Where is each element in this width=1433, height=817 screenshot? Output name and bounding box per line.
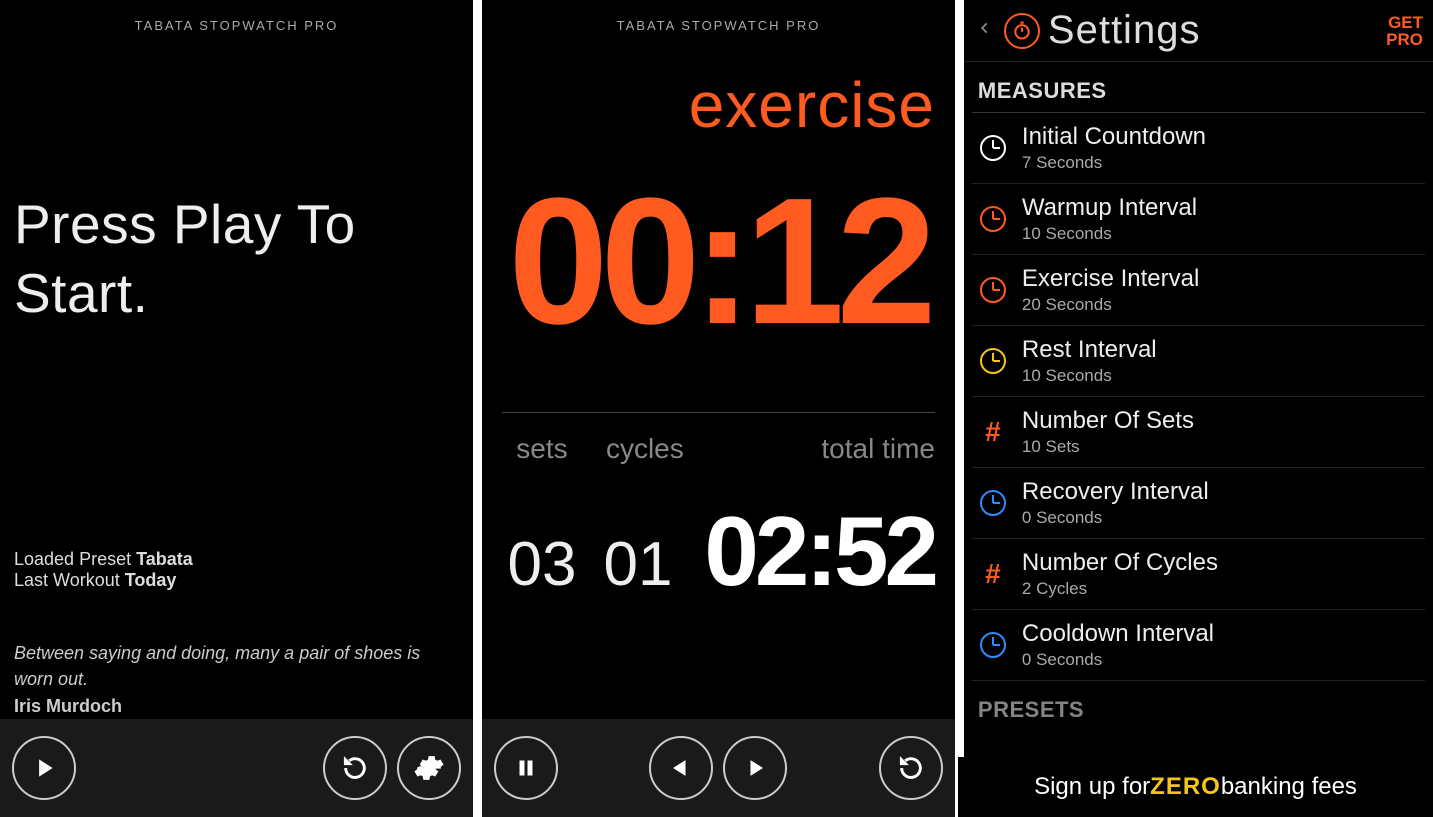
settings-row-subtitle: 0 Seconds (1022, 650, 1214, 670)
settings-title: Settings (1048, 8, 1201, 53)
section-measures: MEASURES (972, 62, 1425, 113)
phase-label: exercise (502, 68, 935, 142)
get-pro-line2: PRO (1386, 31, 1423, 48)
ad-text-highlight: ZERO (1150, 773, 1221, 801)
clock-icon (978, 346, 1008, 376)
ad-text-post: banking fees (1221, 773, 1357, 801)
settings-row-subtitle: 2 Cycles (1022, 579, 1218, 599)
settings-row-recovery-interval[interactable]: Recovery Interval0 Seconds (972, 468, 1425, 539)
screenshot-divider (473, 0, 482, 817)
pause-button[interactable] (494, 736, 558, 800)
settings-row-number-of-cycles[interactable]: # Number Of Cycles2 Cycles (972, 539, 1425, 610)
sets-value: 03 (502, 529, 582, 600)
quote-author: Iris Murdoch (14, 694, 459, 719)
settings-row-title: Exercise Interval (1022, 265, 1199, 293)
cycles-label: cycles (606, 433, 706, 465)
settings-row-title: Rest Interval (1022, 336, 1157, 364)
loaded-preset-label: Loaded Preset (14, 549, 136, 569)
get-pro-line1: GET (1386, 14, 1423, 31)
settings-row-subtitle: 7 Seconds (1022, 153, 1206, 173)
preset-info: Loaded Preset Tabata Last Workout Today (14, 509, 459, 591)
settings-row-title: Warmup Interval (1022, 194, 1197, 222)
clock-icon (978, 630, 1008, 660)
app-icon (1004, 13, 1040, 49)
prev-button[interactable] (649, 736, 713, 800)
screen-timer: TABATA STOPWATCH PRO exercise 00:12 sets… (482, 0, 955, 817)
settings-row-subtitle: 20 Seconds (1022, 295, 1199, 315)
pause-icon (514, 756, 538, 780)
settings-row-subtitle: 10 Sets (1022, 437, 1194, 457)
sets-label: sets (502, 433, 582, 465)
stopwatch-icon (1012, 21, 1032, 41)
settings-row-title: Number Of Cycles (1022, 549, 1218, 577)
settings-header: Settings GET PRO (964, 0, 1433, 62)
ad-banner[interactable]: Sign up for ZERO banking fees (958, 757, 1433, 817)
settings-row-warmup-interval[interactable]: Warmup Interval10 Seconds (972, 184, 1425, 255)
reset-icon (897, 754, 925, 782)
screen-start: TABATA STOPWATCH PRO Press Play To Start… (0, 0, 473, 817)
loaded-preset-value: Tabata (136, 549, 193, 569)
last-workout-value: Today (125, 570, 177, 590)
reset-button[interactable] (879, 736, 943, 800)
titlebar: TABATA STOPWATCH PRO (482, 0, 955, 50)
total-time-label: total time (730, 433, 935, 465)
reset-button[interactable] (323, 736, 387, 800)
section-presets: PRESETS (972, 681, 1425, 731)
ad-text-pre: Sign up for (1034, 773, 1150, 801)
settings-row-subtitle: 10 Seconds (1022, 224, 1197, 244)
clock-icon (978, 133, 1008, 163)
clock-icon (978, 204, 1008, 234)
settings-row-cooldown-interval[interactable]: Cooldown Interval0 Seconds (972, 610, 1425, 681)
settings-row-exercise-interval[interactable]: Exercise Interval20 Seconds (972, 255, 1425, 326)
cycles-value: 01 (598, 529, 678, 600)
get-pro-button[interactable]: GET PRO (1386, 14, 1423, 48)
settings-row-subtitle: 0 Seconds (1022, 508, 1209, 528)
titlebar: TABATA STOPWATCH PRO (0, 0, 473, 50)
hash-icon: # (978, 417, 1008, 447)
screen-settings: Settings GET PRO MEASURES Initial Countd… (964, 0, 1433, 817)
prev-icon (669, 756, 693, 780)
screenshot-divider (955, 0, 964, 817)
settings-row-number-of-sets[interactable]: # Number Of Sets10 Sets (972, 397, 1425, 468)
toolbar (0, 719, 473, 817)
settings-row-title: Initial Countdown (1022, 123, 1206, 151)
start-prompt: Press Play To Start. (14, 190, 459, 328)
settings-row-initial-countdown[interactable]: Initial Countdown7 Seconds (972, 113, 1425, 184)
toolbar (482, 719, 955, 817)
interval-timer: 00:12 (502, 172, 935, 352)
quote-text: Between saying and doing, many a pair of… (14, 643, 420, 688)
settings-button[interactable] (397, 736, 461, 800)
play-icon (31, 755, 57, 781)
settings-row-title: Number Of Sets (1022, 407, 1194, 435)
back-button[interactable] (974, 18, 996, 44)
last-workout-label: Last Workout (14, 570, 125, 590)
settings-row-rest-interval[interactable]: Rest Interval10 Seconds (972, 326, 1425, 397)
total-time-value: 02:52 (694, 495, 935, 608)
clock-icon (978, 275, 1008, 305)
next-icon (743, 756, 767, 780)
settings-row-subtitle: 10 Seconds (1022, 366, 1157, 386)
divider-line (502, 412, 935, 413)
quote-block: Between saying and doing, many a pair of… (14, 641, 459, 719)
clock-icon (978, 488, 1008, 518)
chevron-left-icon (978, 18, 992, 38)
next-button[interactable] (723, 736, 787, 800)
play-button[interactable] (12, 736, 76, 800)
settings-row-title: Cooldown Interval (1022, 620, 1214, 648)
settings-row-title: Recovery Interval (1022, 478, 1209, 506)
hash-icon: # (978, 559, 1008, 589)
gear-icon (414, 753, 444, 783)
reset-icon (341, 754, 369, 782)
